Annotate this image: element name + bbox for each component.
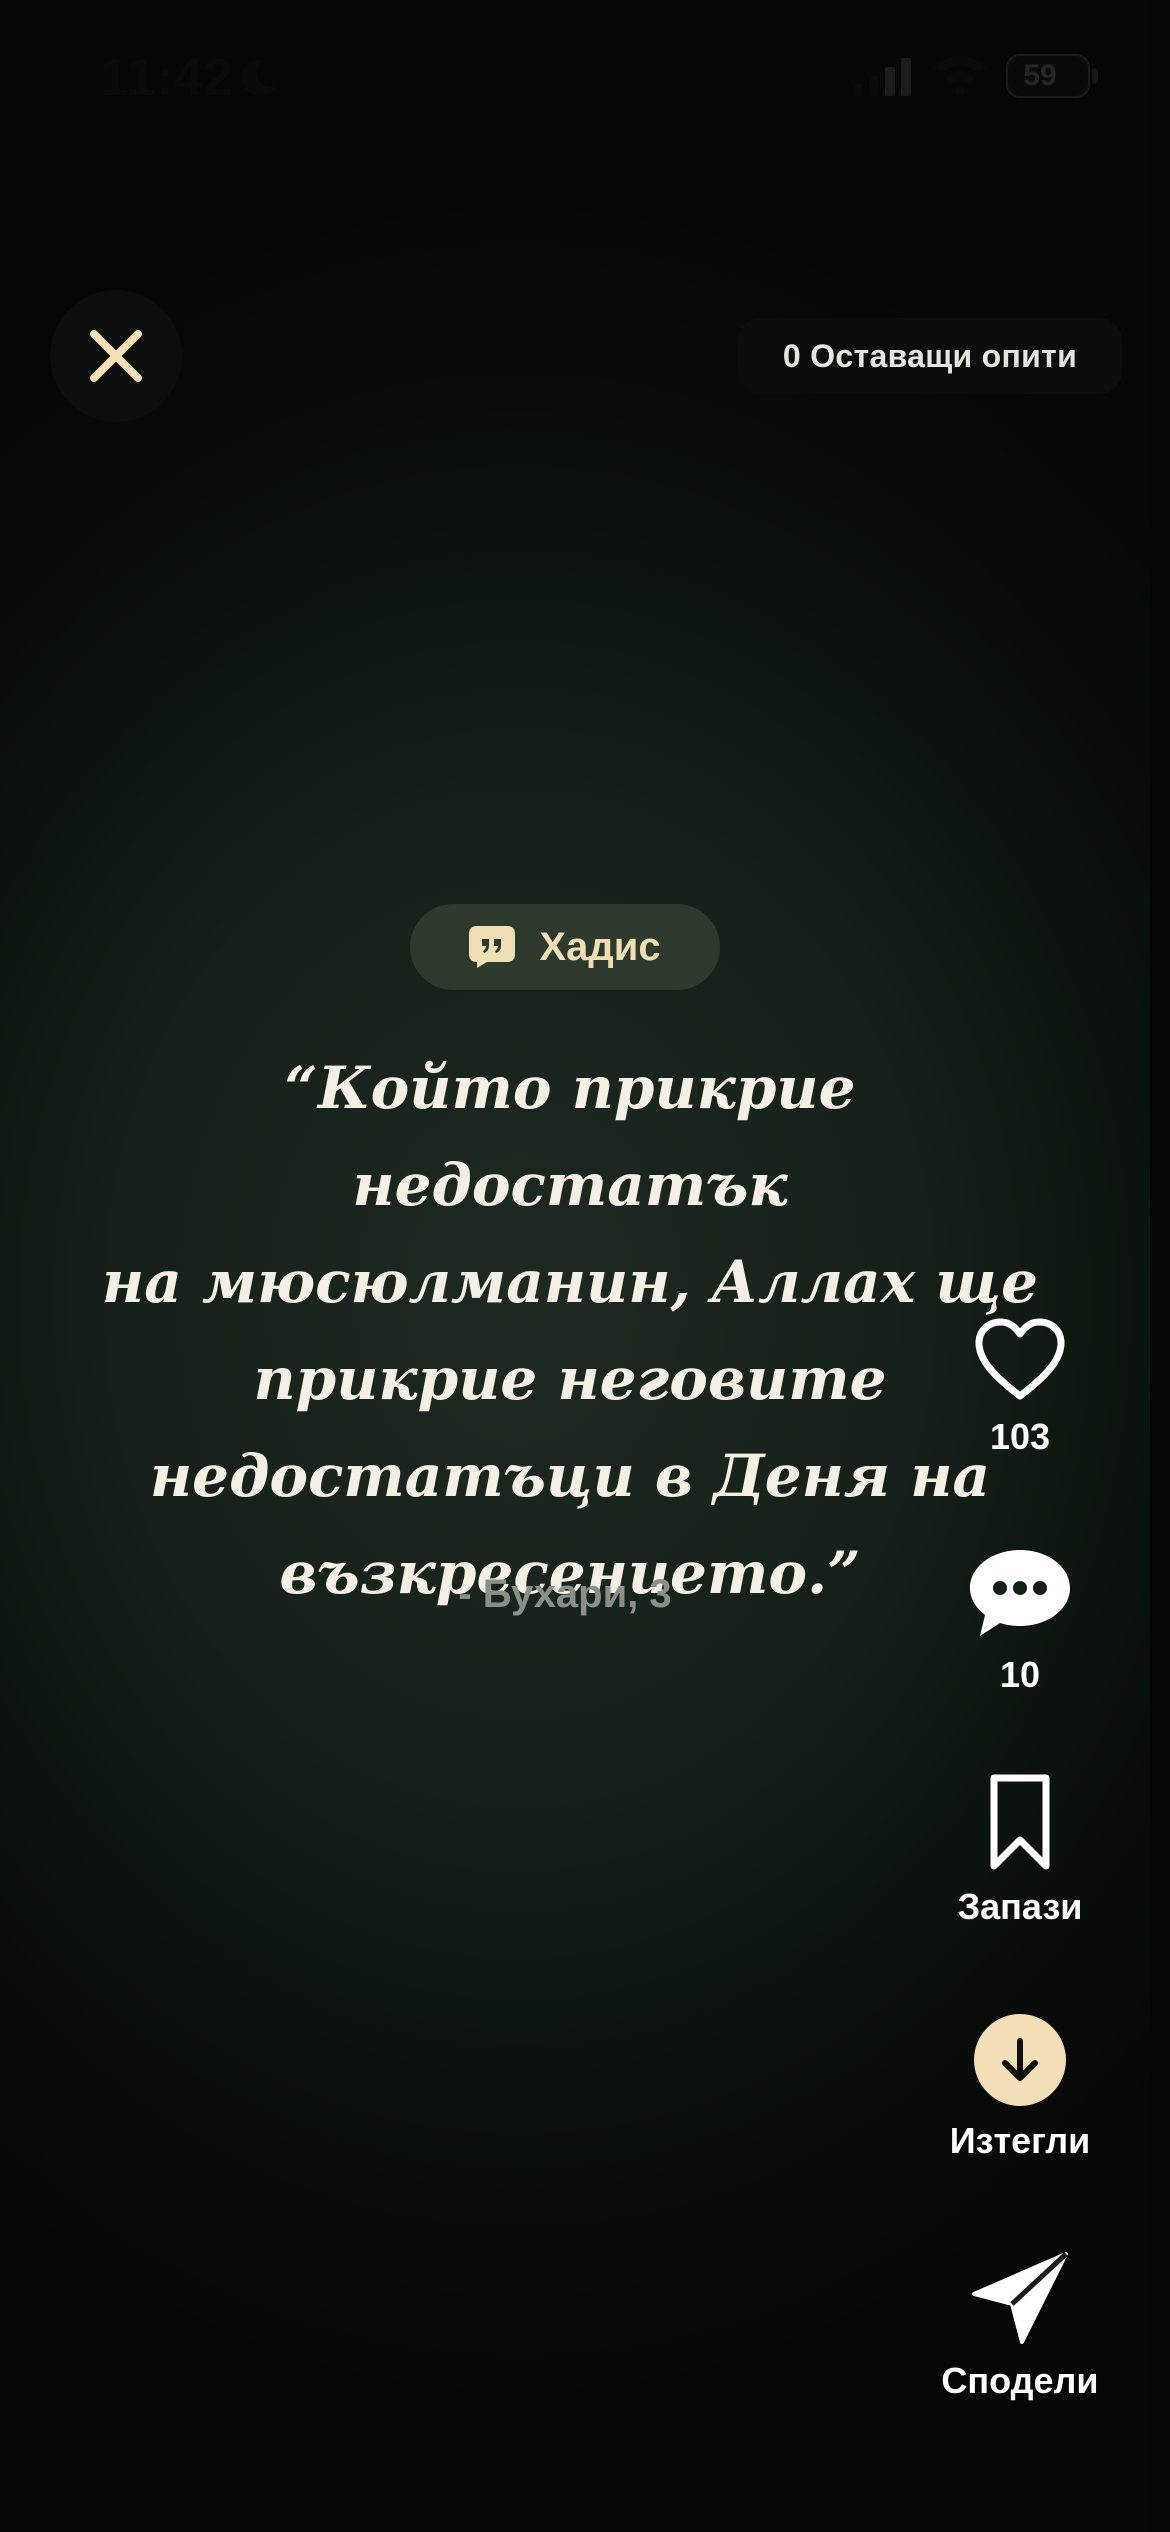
save-label: Запази bbox=[957, 1886, 1083, 1927]
save-button[interactable]: Запази bbox=[920, 1774, 1120, 1928]
moon-icon bbox=[241, 59, 276, 96]
download-button[interactable]: Изтегли bbox=[920, 2014, 1120, 2162]
screen-edge bbox=[1150, 0, 1170, 2532]
cellular-signal-icon bbox=[853, 58, 911, 96]
wifi-icon bbox=[934, 55, 986, 96]
download-badge bbox=[974, 2014, 1066, 2106]
like-button[interactable]: 103 bbox=[920, 1318, 1120, 1458]
quote-line: недостатъци в Деня на bbox=[149, 1442, 991, 1510]
status-bar: 11:42 59 bbox=[0, 0, 1150, 150]
category-label: Хадис bbox=[539, 924, 661, 969]
battery-icon: 59 bbox=[1008, 56, 1088, 96]
close-icon bbox=[90, 330, 142, 382]
download-label: Изтегли bbox=[949, 2120, 1091, 2161]
remaining-attempts-badge[interactable]: 0 Оставащи опити bbox=[738, 318, 1122, 394]
battery-cap bbox=[1092, 68, 1098, 84]
download-icon bbox=[1002, 2038, 1038, 2081]
quote-line: прикрие неговите bbox=[253, 1345, 887, 1413]
comment-count: 10 bbox=[999, 1654, 1041, 1695]
share-button[interactable]: Сподели bbox=[920, 2250, 1120, 2402]
send-icon bbox=[972, 2252, 1068, 2344]
remaining-attempts-label: 0 Оставащи опити bbox=[782, 337, 1078, 374]
close-button[interactable] bbox=[50, 290, 182, 422]
quote-line: на мюсюлманин, Аллах ще bbox=[101, 1248, 1039, 1316]
like-count: 103 bbox=[989, 1416, 1051, 1457]
share-label: Сподели bbox=[941, 2360, 1099, 2401]
comment-icon bbox=[970, 1550, 1070, 1636]
quote-line: “Който прикрие недостатък bbox=[284, 1054, 856, 1219]
comment-button[interactable]: 10 bbox=[920, 1544, 1120, 1696]
hadith-quote: “Който прикрие недостатък на мюсюлманин,… bbox=[90, 1040, 1050, 1622]
battery-level: 59 bbox=[1023, 59, 1057, 92]
bookmark-icon bbox=[990, 1774, 1050, 1870]
heart-icon bbox=[975, 1318, 1065, 1400]
category-chip: Хадис bbox=[410, 904, 720, 990]
quote-bubble-icon bbox=[469, 926, 516, 968]
status-time: 11:42 bbox=[100, 49, 233, 107]
